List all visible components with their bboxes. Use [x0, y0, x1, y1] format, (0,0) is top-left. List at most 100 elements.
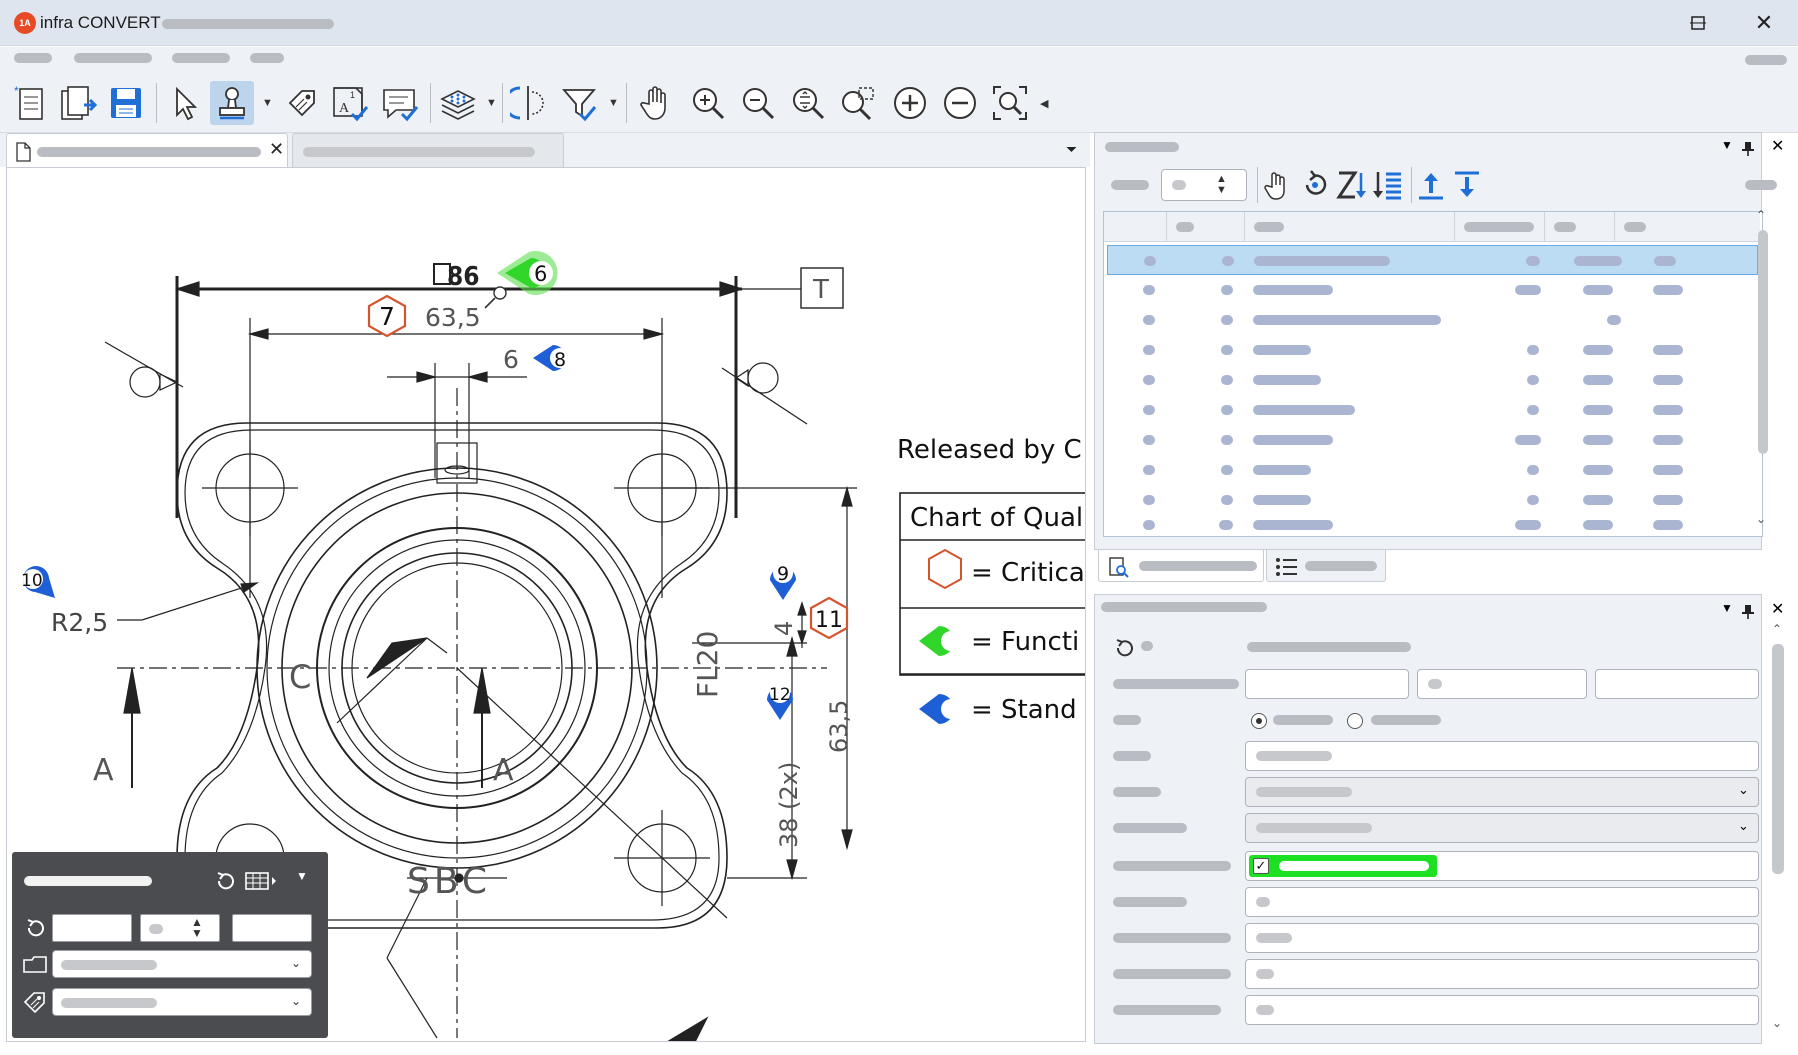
zoom-plus-button[interactable] [888, 81, 932, 125]
field-input-1c[interactable] [1595, 669, 1759, 699]
balloon-7[interactable]: 7 [367, 294, 407, 338]
scroll-down-arrow[interactable]: ⌄ [1772, 1016, 1782, 1030]
balloon-6[interactable]: 6 [484, 251, 558, 309]
scroll-down-arrow[interactable]: ⌄ [1756, 512, 1766, 526]
layers-button[interactable] [436, 81, 480, 125]
radio-option-1[interactable] [1251, 713, 1267, 729]
sort-z-icon[interactable] [1335, 169, 1367, 201]
filter-button[interactable] [558, 81, 602, 125]
field-input-2[interactable] [1245, 741, 1759, 771]
table-row[interactable] [1107, 395, 1752, 425]
export-document-button[interactable] [56, 81, 100, 125]
panel-close-icon[interactable]: ✕ [1771, 136, 1784, 156]
balloon-11[interactable]: 11 [809, 596, 849, 640]
floating-layer-select[interactable]: ⌄ [52, 950, 312, 978]
pan-hand-button[interactable] [634, 81, 678, 125]
field-select-2[interactable]: ⌄ [1245, 813, 1759, 843]
balloon-12[interactable]: 12 [767, 683, 793, 720]
table-row-selected[interactable] [1107, 245, 1758, 275]
column-header[interactable] [1624, 222, 1646, 232]
document-tab-active[interactable]: ✕ [6, 133, 288, 167]
table-row[interactable] [1107, 335, 1752, 365]
spinner-arrows-icon[interactable]: ▲ ▼ [191, 916, 203, 939]
new-document-button[interactable]: * [8, 81, 52, 125]
floating-tag-select[interactable]: ⌄ [52, 988, 312, 1016]
field-select-1[interactable]: ⌄ [1245, 777, 1759, 807]
table-row[interactable] [1107, 275, 1752, 305]
menu-item-3[interactable] [172, 53, 230, 63]
field-input-1a[interactable] [1245, 669, 1409, 699]
save-button[interactable] [104, 81, 148, 125]
stamp-dropdown-arrow[interactable]: ▼ [262, 97, 273, 109]
spinner-arrows-icon[interactable]: ▲ ▼ [1216, 174, 1227, 196]
field-color-input[interactable]: ✓ [1245, 851, 1759, 881]
maximize-button[interactable] [1665, 0, 1731, 46]
zoom-extents-button[interactable] [988, 81, 1032, 125]
measure-button[interactable] [506, 81, 550, 125]
zoom-out-button[interactable] [736, 81, 780, 125]
renumber-icon[interactable] [1299, 169, 1331, 201]
properties-scrollbar[interactable]: ⌃ ⌄ [1772, 622, 1784, 1038]
filter-dropdown-arrow[interactable]: ▼ [608, 97, 619, 109]
touch-select-icon[interactable] [1263, 169, 1293, 201]
scroll-up-arrow[interactable]: ⌃ [1756, 208, 1766, 222]
balloon-8[interactable]: 8 [533, 345, 570, 371]
field-input-4[interactable] [1245, 923, 1759, 953]
layers-dropdown-arrow[interactable]: ▼ [486, 97, 497, 109]
zoom-fit-button[interactable] [786, 81, 830, 125]
radio-option-2[interactable] [1347, 713, 1363, 729]
zoom-in-button[interactable] [686, 81, 730, 125]
table-row[interactable] [1107, 485, 1752, 515]
menu-collapse[interactable] [1745, 55, 1787, 65]
panel-menu-arrow[interactable]: ▼ [1721, 138, 1733, 152]
floating-panel-menu-arrow[interactable]: ▼ [296, 869, 308, 883]
select-pointer-button[interactable] [162, 81, 206, 125]
field-input-5[interactable] [1245, 959, 1759, 989]
scrollbar-thumb[interactable] [1758, 230, 1768, 454]
column-header[interactable] [1176, 222, 1194, 232]
color-checkbox-swatch[interactable]: ✓ [1249, 855, 1437, 877]
zoom-area-button[interactable] [836, 81, 880, 125]
zoom-minus-button[interactable] [938, 81, 982, 125]
sort-list-icon[interactable] [1371, 169, 1403, 201]
table-grid-icon[interactable] [244, 870, 280, 892]
column-header[interactable] [1254, 222, 1284, 232]
column-header[interactable] [1554, 222, 1576, 232]
table-row[interactable] [1107, 425, 1752, 455]
move-up-icon[interactable] [1415, 169, 1447, 201]
table-row[interactable] [1107, 305, 1752, 335]
tag-button[interactable] [280, 81, 324, 125]
stamp-button[interactable] [210, 81, 254, 125]
balloon-9[interactable]: 9 [770, 563, 796, 600]
menu-item-4[interactable] [250, 53, 284, 63]
field-input-3[interactable] [1245, 887, 1759, 917]
dock-tab-list[interactable] [1266, 550, 1386, 582]
column-header[interactable] [1464, 222, 1534, 232]
field-input-1b[interactable] [1417, 669, 1587, 699]
floating-field-3[interactable] [232, 914, 312, 942]
grid-scrollbar[interactable]: ⌃ ⌄ [1756, 208, 1768, 534]
close-button[interactable]: ✕ [1731, 0, 1797, 46]
field-input-6[interactable] [1245, 995, 1759, 1025]
floating-spinner[interactable]: ▲ ▼ [140, 914, 220, 942]
scrollbar-thumb[interactable] [1772, 644, 1784, 874]
floating-field-1[interactable] [52, 914, 132, 942]
grid-toolbar-collapse[interactable] [1745, 180, 1777, 190]
pin-icon[interactable] [1741, 604, 1755, 620]
text-check-button[interactable]: A1 [328, 81, 372, 125]
panel-menu-arrow[interactable]: ▼ [1721, 601, 1733, 615]
close-tab-icon[interactable]: ✕ [269, 139, 284, 160]
toolbar-overflow-arrow[interactable]: ◀ [1040, 97, 1048, 110]
menu-item-2[interactable] [74, 53, 152, 63]
grid-spinner[interactable]: ▲ ▼ [1161, 169, 1247, 201]
scroll-up-arrow[interactable]: ⌃ [1772, 622, 1782, 636]
table-row[interactable] [1107, 512, 1752, 536]
move-down-icon[interactable] [1451, 169, 1483, 201]
dock-tab-search[interactable] [1098, 550, 1264, 582]
menu-item-1[interactable] [14, 53, 52, 63]
comment-check-button[interactable] [378, 81, 422, 125]
pin-icon[interactable] [1741, 141, 1755, 157]
panel-close-icon[interactable]: ✕ [1771, 599, 1784, 619]
document-tab-inactive[interactable] [292, 133, 564, 167]
tab-list-dropdown[interactable]: ⏷ [1066, 141, 1077, 158]
